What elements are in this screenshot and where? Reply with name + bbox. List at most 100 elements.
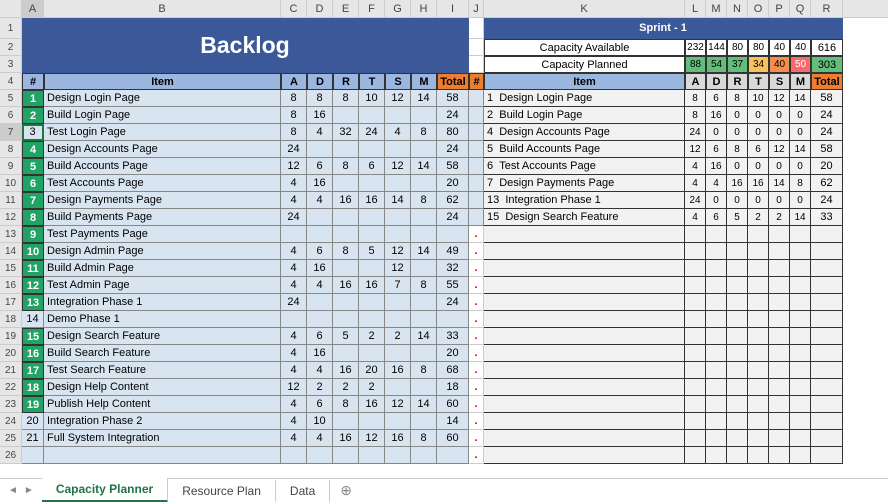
backlog-item[interactable]: Build Payments Page [44, 209, 281, 226]
row-16[interactable]: 16 [0, 277, 21, 294]
cell[interactable] [769, 260, 790, 277]
hdr-r-r[interactable]: R [727, 73, 748, 90]
sprint-d[interactable]: 4 [706, 175, 727, 192]
backlog-m[interactable] [411, 141, 437, 158]
col-C[interactable]: C [281, 0, 307, 17]
backlog-num[interactable]: 3 [22, 124, 44, 141]
backlog-r[interactable] [333, 141, 359, 158]
backlog-a[interactable]: 24 [281, 141, 307, 158]
cell[interactable] [706, 311, 727, 328]
cell[interactable] [484, 243, 685, 260]
sprint-t[interactable]: 0 [748, 107, 769, 124]
backlog-r[interactable] [333, 209, 359, 226]
cell[interactable] [811, 226, 843, 243]
cell[interactable] [790, 311, 811, 328]
sprint-m[interactable]: 8 [790, 175, 811, 192]
backlog-total[interactable]: 32 [437, 260, 469, 277]
col-R[interactable]: R [811, 0, 843, 17]
backlog-item[interactable]: Test Search Feature [44, 362, 281, 379]
hdr-a[interactable]: A [281, 73, 307, 90]
backlog-r[interactable]: 16 [333, 362, 359, 379]
sprint-a[interactable]: 4 [685, 175, 706, 192]
backlog-d[interactable]: 10 [307, 413, 333, 430]
cell[interactable] [685, 345, 706, 362]
sprint-r[interactable]: 8 [727, 141, 748, 158]
status-dot[interactable]: . [469, 362, 484, 379]
backlog-item[interactable]: Integration Phase 2 [44, 413, 281, 430]
sprint-m[interactable]: 14 [790, 90, 811, 107]
row-11[interactable]: 11 [0, 192, 21, 209]
sprint-t[interactable]: 0 [748, 124, 769, 141]
cell[interactable] [469, 39, 484, 56]
status-dot[interactable]: . [469, 294, 484, 311]
hdr-item[interactable]: Item [44, 73, 281, 90]
status-dot[interactable]: . [469, 430, 484, 447]
status-dot[interactable]: . [469, 396, 484, 413]
backlog-num[interactable]: 15 [22, 328, 44, 345]
backlog-total[interactable]: 49 [437, 243, 469, 260]
row-7[interactable]: 7 [0, 124, 21, 141]
cell[interactable] [484, 226, 685, 243]
status-dot[interactable]: . [469, 379, 484, 396]
cell[interactable] [706, 379, 727, 396]
backlog-total[interactable]: 62 [437, 192, 469, 209]
tab-resource-plan[interactable]: Resource Plan [168, 480, 276, 502]
cell[interactable] [811, 243, 843, 260]
row-13[interactable]: 13 [0, 226, 21, 243]
backlog-s[interactable] [385, 175, 411, 192]
backlog-total[interactable] [437, 226, 469, 243]
sprint-r[interactable]: 0 [727, 192, 748, 209]
cap-avail-total[interactable]: 616 [811, 39, 843, 56]
backlog-s[interactable]: 14 [385, 192, 411, 209]
hdr-num[interactable]: # [22, 73, 44, 90]
sprint-d[interactable]: 16 [706, 107, 727, 124]
backlog-total[interactable]: 55 [437, 277, 469, 294]
backlog-num[interactable]: 20 [22, 413, 44, 430]
backlog-d[interactable] [307, 209, 333, 226]
col-O[interactable]: O [748, 0, 769, 17]
cell[interactable] [706, 345, 727, 362]
backlog-d[interactable]: 16 [307, 345, 333, 362]
sprint-t[interactable]: 2 [748, 209, 769, 226]
cell[interactable] [44, 447, 281, 464]
cell[interactable] [790, 345, 811, 362]
backlog-item[interactable]: Test Accounts Page [44, 175, 281, 192]
sprint-m[interactable]: 0 [790, 158, 811, 175]
backlog-a[interactable]: 12 [281, 379, 307, 396]
sprint-total[interactable]: 20 [811, 158, 843, 175]
sprint-d[interactable]: 6 [706, 209, 727, 226]
cell[interactable] [484, 328, 685, 345]
backlog-total[interactable]: 33 [437, 328, 469, 345]
sprint-r[interactable]: 5 [727, 209, 748, 226]
status-dot[interactable]: . [469, 311, 484, 328]
hdr-s-r[interactable]: S [769, 73, 790, 90]
sprint-t[interactable]: 6 [748, 141, 769, 158]
backlog-a[interactable]: 4 [281, 175, 307, 192]
cell[interactable] [484, 277, 685, 294]
cell[interactable] [748, 226, 769, 243]
row-2[interactable]: 2 [0, 39, 21, 56]
backlog-item[interactable]: Publish Help Content [44, 396, 281, 413]
backlog-m[interactable]: 14 [411, 90, 437, 107]
backlog-item[interactable]: Design Accounts Page [44, 141, 281, 158]
backlog-item[interactable]: Test Login Page [44, 124, 281, 141]
cell[interactable] [790, 294, 811, 311]
backlog-a[interactable] [281, 311, 307, 328]
sprint-s[interactable]: 0 [769, 124, 790, 141]
sprint-r[interactable]: 0 [727, 107, 748, 124]
cell[interactable] [484, 396, 685, 413]
backlog-d[interactable] [307, 226, 333, 243]
cell[interactable] [706, 243, 727, 260]
backlog-item[interactable]: Design Login Page [44, 90, 281, 107]
backlog-item[interactable]: Design Admin Page [44, 243, 281, 260]
hdr-a-r[interactable]: A [685, 73, 706, 90]
cell[interactable] [769, 243, 790, 260]
cell[interactable] [790, 362, 811, 379]
cell[interactable] [706, 447, 727, 464]
sprint-t[interactable]: 16 [748, 175, 769, 192]
cell[interactable] [811, 430, 843, 447]
backlog-item[interactable]: Test Payments Page [44, 226, 281, 243]
cell[interactable] [685, 447, 706, 464]
backlog-item[interactable]: Build Search Feature [44, 345, 281, 362]
cell[interactable] [727, 362, 748, 379]
